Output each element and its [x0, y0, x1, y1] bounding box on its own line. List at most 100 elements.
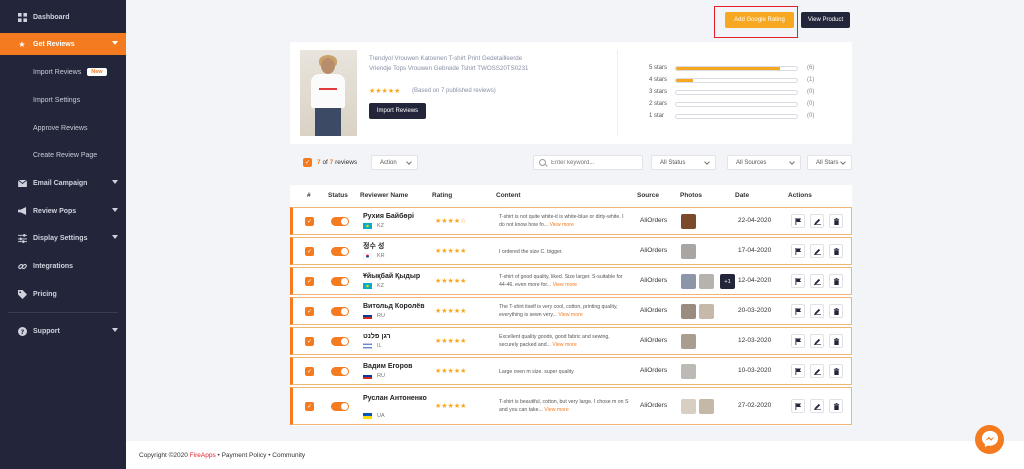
- flag-action-button[interactable]: [791, 399, 805, 413]
- sidebar-item-label: Create Review Page: [33, 151, 98, 159]
- messenger-chat-button[interactable]: [975, 425, 1004, 454]
- edit-action-button[interactable]: [810, 334, 824, 348]
- table-row[interactable]: ✓ 정수 성 KR ★★★★★ I ordered the size C. bigger…: [290, 237, 852, 265]
- sidebar-item-support[interactable]: ? Support: [0, 320, 126, 342]
- sidebar-subitem-approve-reviews[interactable]: Approve Reviews: [0, 117, 126, 139]
- add-google-rating-button[interactable]: Add Google Rating: [725, 12, 794, 28]
- view-more-link[interactable]: View more: [544, 407, 568, 413]
- review-photo[interactable]: [681, 214, 696, 229]
- review-photo[interactable]: [699, 274, 714, 289]
- edit-action-button[interactable]: [810, 214, 824, 228]
- row-checkbox[interactable]: ✓: [305, 277, 314, 286]
- stars-filter-dropdown[interactable]: All Stars: [807, 155, 852, 170]
- search-input-wrapper[interactable]: [533, 155, 643, 170]
- review-photo[interactable]: [681, 244, 696, 259]
- trash-icon: [833, 247, 839, 255]
- status-filter-dropdown[interactable]: All Status: [651, 155, 716, 170]
- flag-action-button[interactable]: [791, 244, 805, 258]
- row-checkbox[interactable]: ✓: [305, 337, 314, 346]
- sidebar-subitem-import-settings[interactable]: Import Settings: [0, 89, 126, 111]
- table-row[interactable]: ✓ Витольд Королёв RU ★★★★★ The T-shirt itsel…: [290, 297, 852, 325]
- edit-action-button[interactable]: [810, 274, 824, 288]
- sources-filter-dropdown[interactable]: All Sources: [727, 155, 801, 170]
- edit-action-button[interactable]: [810, 364, 824, 378]
- trash-icon: [833, 402, 839, 410]
- delete-action-button[interactable]: [829, 244, 843, 258]
- import-reviews-button[interactable]: Import Reviews: [369, 103, 426, 119]
- flag-action-button[interactable]: [791, 334, 805, 348]
- view-product-button[interactable]: View Product: [801, 12, 850, 28]
- table-row[interactable]: ✓ Ұйықбай Қыдыр KZ ★★★★★ T-shirt of good qua…: [290, 267, 852, 295]
- status-toggle[interactable]: [331, 337, 349, 346]
- review-photo[interactable]: [681, 274, 696, 289]
- rating-label: 4 stars: [649, 77, 668, 83]
- flag-action-button[interactable]: [791, 364, 805, 378]
- delete-action-button[interactable]: [829, 399, 843, 413]
- delete-action-button[interactable]: [829, 364, 843, 378]
- footer-links[interactable]: • Payment Policy • Community: [218, 452, 306, 459]
- table-row[interactable]: ✓ רגן פלנט IL ★★★★★ Excellent quality goods,…: [290, 327, 852, 355]
- reviewer-name: רגן פלנט: [363, 333, 391, 340]
- table-row[interactable]: ✓ Вадим Егоров RU ★★★★★ Large oven m size. s…: [290, 357, 852, 385]
- brand-link[interactable]: FireApps: [190, 452, 216, 459]
- product-title[interactable]: Trendyol Vrouwen Katoenen T-shirt Print …: [369, 54, 534, 74]
- status-toggle[interactable]: [331, 402, 349, 411]
- sidebar-item-get-reviews[interactable]: ★ Get Reviews: [0, 33, 126, 55]
- flag-action-button[interactable]: [791, 214, 805, 228]
- row-checkbox[interactable]: ✓: [305, 247, 314, 256]
- action-dropdown[interactable]: Action: [371, 155, 418, 170]
- rating-count: (6): [807, 65, 815, 71]
- pencil-icon: [813, 308, 821, 315]
- row-checkbox[interactable]: ✓: [305, 307, 314, 316]
- table-row[interactable]: ✓ Рухия Байбөрі KZ ★★★★☆ T-shirt is not quit…: [290, 207, 852, 235]
- review-photo[interactable]: [681, 399, 696, 414]
- view-more-link[interactable]: View more: [552, 342, 576, 348]
- search-input[interactable]: [551, 159, 639, 166]
- row-checkbox[interactable]: ✓: [305, 402, 314, 411]
- status-toggle[interactable]: [331, 247, 349, 256]
- column-header: #: [307, 192, 311, 199]
- review-photo[interactable]: [681, 364, 696, 379]
- sidebar-item-label: Approve Reviews: [33, 124, 88, 132]
- delete-action-button[interactable]: [829, 334, 843, 348]
- sidebar-item-review-pops[interactable]: Review Pops: [0, 200, 126, 222]
- edit-action-button[interactable]: [810, 304, 824, 318]
- view-more-link[interactable]: View more: [558, 312, 582, 318]
- view-more-link[interactable]: View more: [549, 222, 573, 228]
- sidebar-item-email-campaign[interactable]: Email Campaign: [0, 172, 126, 194]
- status-toggle[interactable]: [331, 277, 349, 286]
- delete-action-button[interactable]: [829, 214, 843, 228]
- status-toggle[interactable]: [331, 367, 349, 376]
- review-photo[interactable]: [681, 334, 696, 349]
- reviewer-name: Вадим Егоров: [363, 363, 413, 370]
- sidebar-item-pricing[interactable]: Pricing: [0, 283, 126, 305]
- delete-action-button[interactable]: [829, 304, 843, 318]
- select-all-checkbox[interactable]: ✓: [303, 158, 312, 167]
- sidebar-subitem-create-review-page[interactable]: Create Review Page: [0, 144, 126, 166]
- country-flag-icon: [363, 313, 372, 319]
- review-photo[interactable]: [699, 304, 714, 319]
- more-photos-badge[interactable]: +1: [720, 274, 735, 289]
- product-summary-card: Trendyol Vrouwen Katoenen T-shirt Print …: [290, 42, 852, 144]
- sidebar-item-display-settings[interactable]: Display Settings: [0, 227, 126, 249]
- column-header: Reviewer Name: [360, 192, 409, 199]
- sidebar-subitem-import-reviews[interactable]: Import Reviews New: [0, 61, 126, 83]
- table-row[interactable]: ✓ Руслан Антоненко UA ★★★★★ T-shirt is beaut…: [290, 387, 852, 425]
- sidebar-item-label: Pricing: [33, 290, 57, 298]
- status-toggle[interactable]: [331, 307, 349, 316]
- sidebar-item-dashboard[interactable]: Dashboard: [0, 6, 126, 28]
- pencil-icon: [813, 278, 821, 285]
- edit-action-button[interactable]: [810, 244, 824, 258]
- product-stars: ★★★★★: [369, 88, 401, 95]
- edit-action-button[interactable]: [810, 399, 824, 413]
- flag-action-button[interactable]: [791, 274, 805, 288]
- review-photo[interactable]: [681, 304, 696, 319]
- delete-action-button[interactable]: [829, 274, 843, 288]
- view-more-link[interactable]: View more: [553, 282, 577, 288]
- row-checkbox[interactable]: ✓: [305, 217, 314, 226]
- flag-action-button[interactable]: [791, 304, 805, 318]
- review-photo[interactable]: [699, 399, 714, 414]
- row-checkbox[interactable]: ✓: [305, 367, 314, 376]
- status-toggle[interactable]: [331, 217, 349, 226]
- sidebar-item-integrations[interactable]: Integrations: [0, 255, 126, 277]
